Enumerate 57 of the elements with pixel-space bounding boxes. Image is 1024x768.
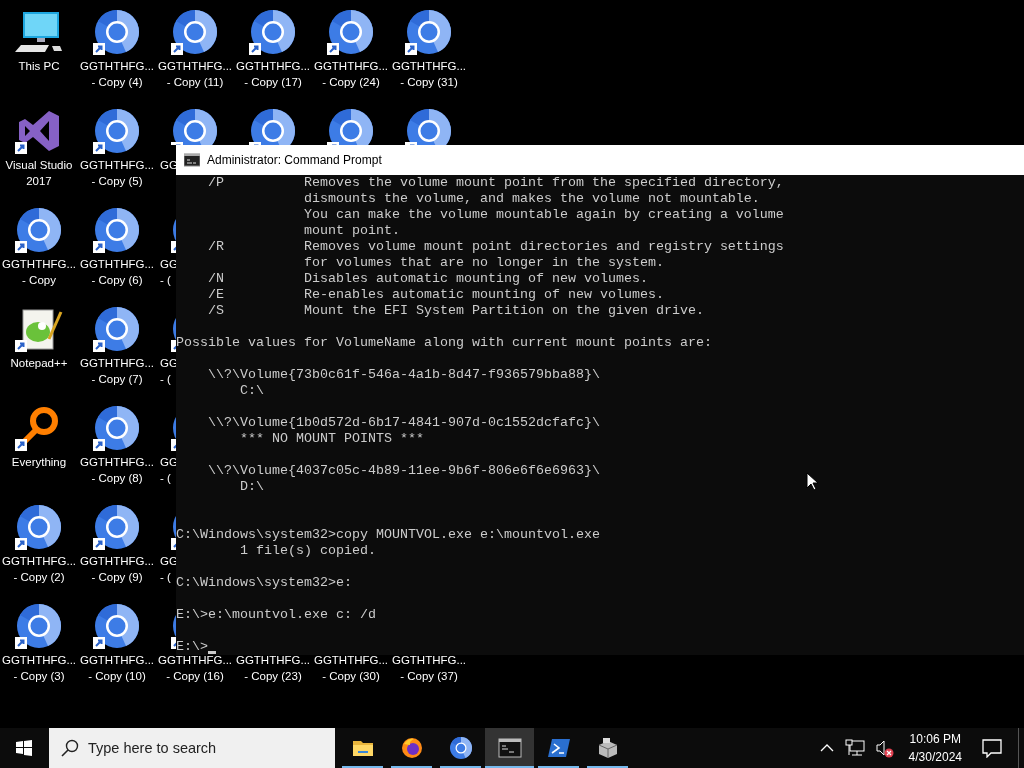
console-line: Possible values for VolumeName along with current mount points are: xyxy=(176,335,712,351)
icon-label[interactable]: GGTHTHFG... - Copy (7) xyxy=(79,355,155,387)
terminal-icon xyxy=(184,153,200,167)
console-line: C:\Windows\system32>copy MOUNTVOL.exe e:\mountvol.exe xyxy=(176,527,600,543)
icon-label[interactable]: GGTHTHFG... - Copy (2) xyxy=(1,553,77,585)
icon-label[interactable]: GGTHTHFG... - Copy xyxy=(1,256,77,288)
icon-label[interactable]: GGTHTHFG... - Copy (31) xyxy=(391,58,467,90)
taskbar-button[interactable] xyxy=(485,728,534,768)
speaker-icon[interactable] xyxy=(874,738,894,758)
icon-label[interactable]: GGTHTHFG... - Copy (24) xyxy=(313,58,389,90)
flame-globe-icon xyxy=(399,736,424,760)
console-line: \\?\Volume{73b0c61f-546a-4a1b-8d47-f936579bba88}\ xyxy=(207,367,600,383)
console-line: \\?\Volume{4037c05c-4b89-11ee-9b6f-806e6f6e6963}\ xyxy=(207,463,600,479)
speech-bubble-icon xyxy=(982,738,1002,758)
console-line: You can make the volume mountable again by creating a volume xyxy=(302,207,784,223)
icon-label[interactable]: GGTHTHFG... - Copy (5) xyxy=(79,157,155,189)
window-title: Administrator: Command Prompt xyxy=(207,152,382,169)
clock-button[interactable]: 10:06 PM 4/30/2024 xyxy=(902,730,968,766)
icon-label[interactable]: GGTHTHFG... - Copy (3) xyxy=(1,652,77,684)
start-icon xyxy=(16,740,32,756)
console-line: C:\ xyxy=(239,383,264,399)
icon-label[interactable]: GGTHTHFG... - Copy (9) xyxy=(79,553,155,585)
console-line: *** NO MOUNT POINTS *** xyxy=(239,431,424,447)
console-line: C:\Windows\system32>e: xyxy=(176,575,352,591)
console-line: /E Re-enables automatic mounting of new volumes. xyxy=(207,287,664,303)
console-line: D:\ xyxy=(239,479,264,495)
icon-label[interactable]: GGTHTHFG... - Copy (10) xyxy=(79,652,155,684)
icon-label[interactable]: GGTHTHFG... - Copy (23) xyxy=(235,652,311,684)
terminal-icon xyxy=(497,736,522,760)
icon-label[interactable]: GGTHTHFG... - Copy (6) xyxy=(79,256,155,288)
console-line: 1 file(s) copied. xyxy=(239,543,376,559)
icon-label[interactable]: Notepad++ xyxy=(10,355,68,371)
console-line: \\?\Volume{1b0d572d-6b17-4841-907d-0c1552dcfafc}\ xyxy=(207,415,600,431)
icon-label[interactable]: GGTHTHFG... - Copy (8) xyxy=(79,454,155,486)
icon-label[interactable]: GGTHTHFG... - Copy (30) xyxy=(313,652,389,684)
console-line: dismounts the volume, and makes the volume not mountable. xyxy=(302,191,760,207)
console-line: E:\>e:\mountvol.exe c: /d xyxy=(176,607,376,623)
network-icon[interactable] xyxy=(844,739,865,757)
console-line: E:\> xyxy=(176,639,208,655)
icon-label[interactable]: GGTHTHFG... - Copy (16) xyxy=(157,652,233,684)
mouse-pointer-icon xyxy=(806,472,818,491)
console-line: /N Disables automatic mounting of new volumes. xyxy=(207,271,648,287)
icon-label[interactable]: This PC xyxy=(18,58,60,74)
icon-label[interactable]: GGTHTHFG... - Copy (37) xyxy=(391,652,467,684)
console-line: mount point. xyxy=(302,223,400,239)
console-line: for volumes that are no longer in the system. xyxy=(302,255,664,271)
prompt-icon xyxy=(546,736,571,760)
search-icon xyxy=(61,739,79,757)
console-line: /R Removes volume mount point directories and registry settings xyxy=(207,239,784,255)
icon-label[interactable]: Visual Studio 2017 xyxy=(5,157,73,189)
console-line: /S Mount the EFI System Partition on the given drive. xyxy=(207,303,704,319)
console-line: /P Removes the volume mount point from the specified directory, xyxy=(207,175,784,191)
icon-label[interactable]: Everything xyxy=(11,454,67,470)
icon-label[interactable]: GGTHTHFG... - Copy (17) xyxy=(235,58,311,90)
search-field[interactable]: Type here to search xyxy=(49,728,335,768)
icon-label[interactable]: GGTHTHFG... - Copy (11) xyxy=(157,58,233,90)
icon-label[interactable]: GGTHTHFG... - Copy (4) xyxy=(79,58,155,90)
